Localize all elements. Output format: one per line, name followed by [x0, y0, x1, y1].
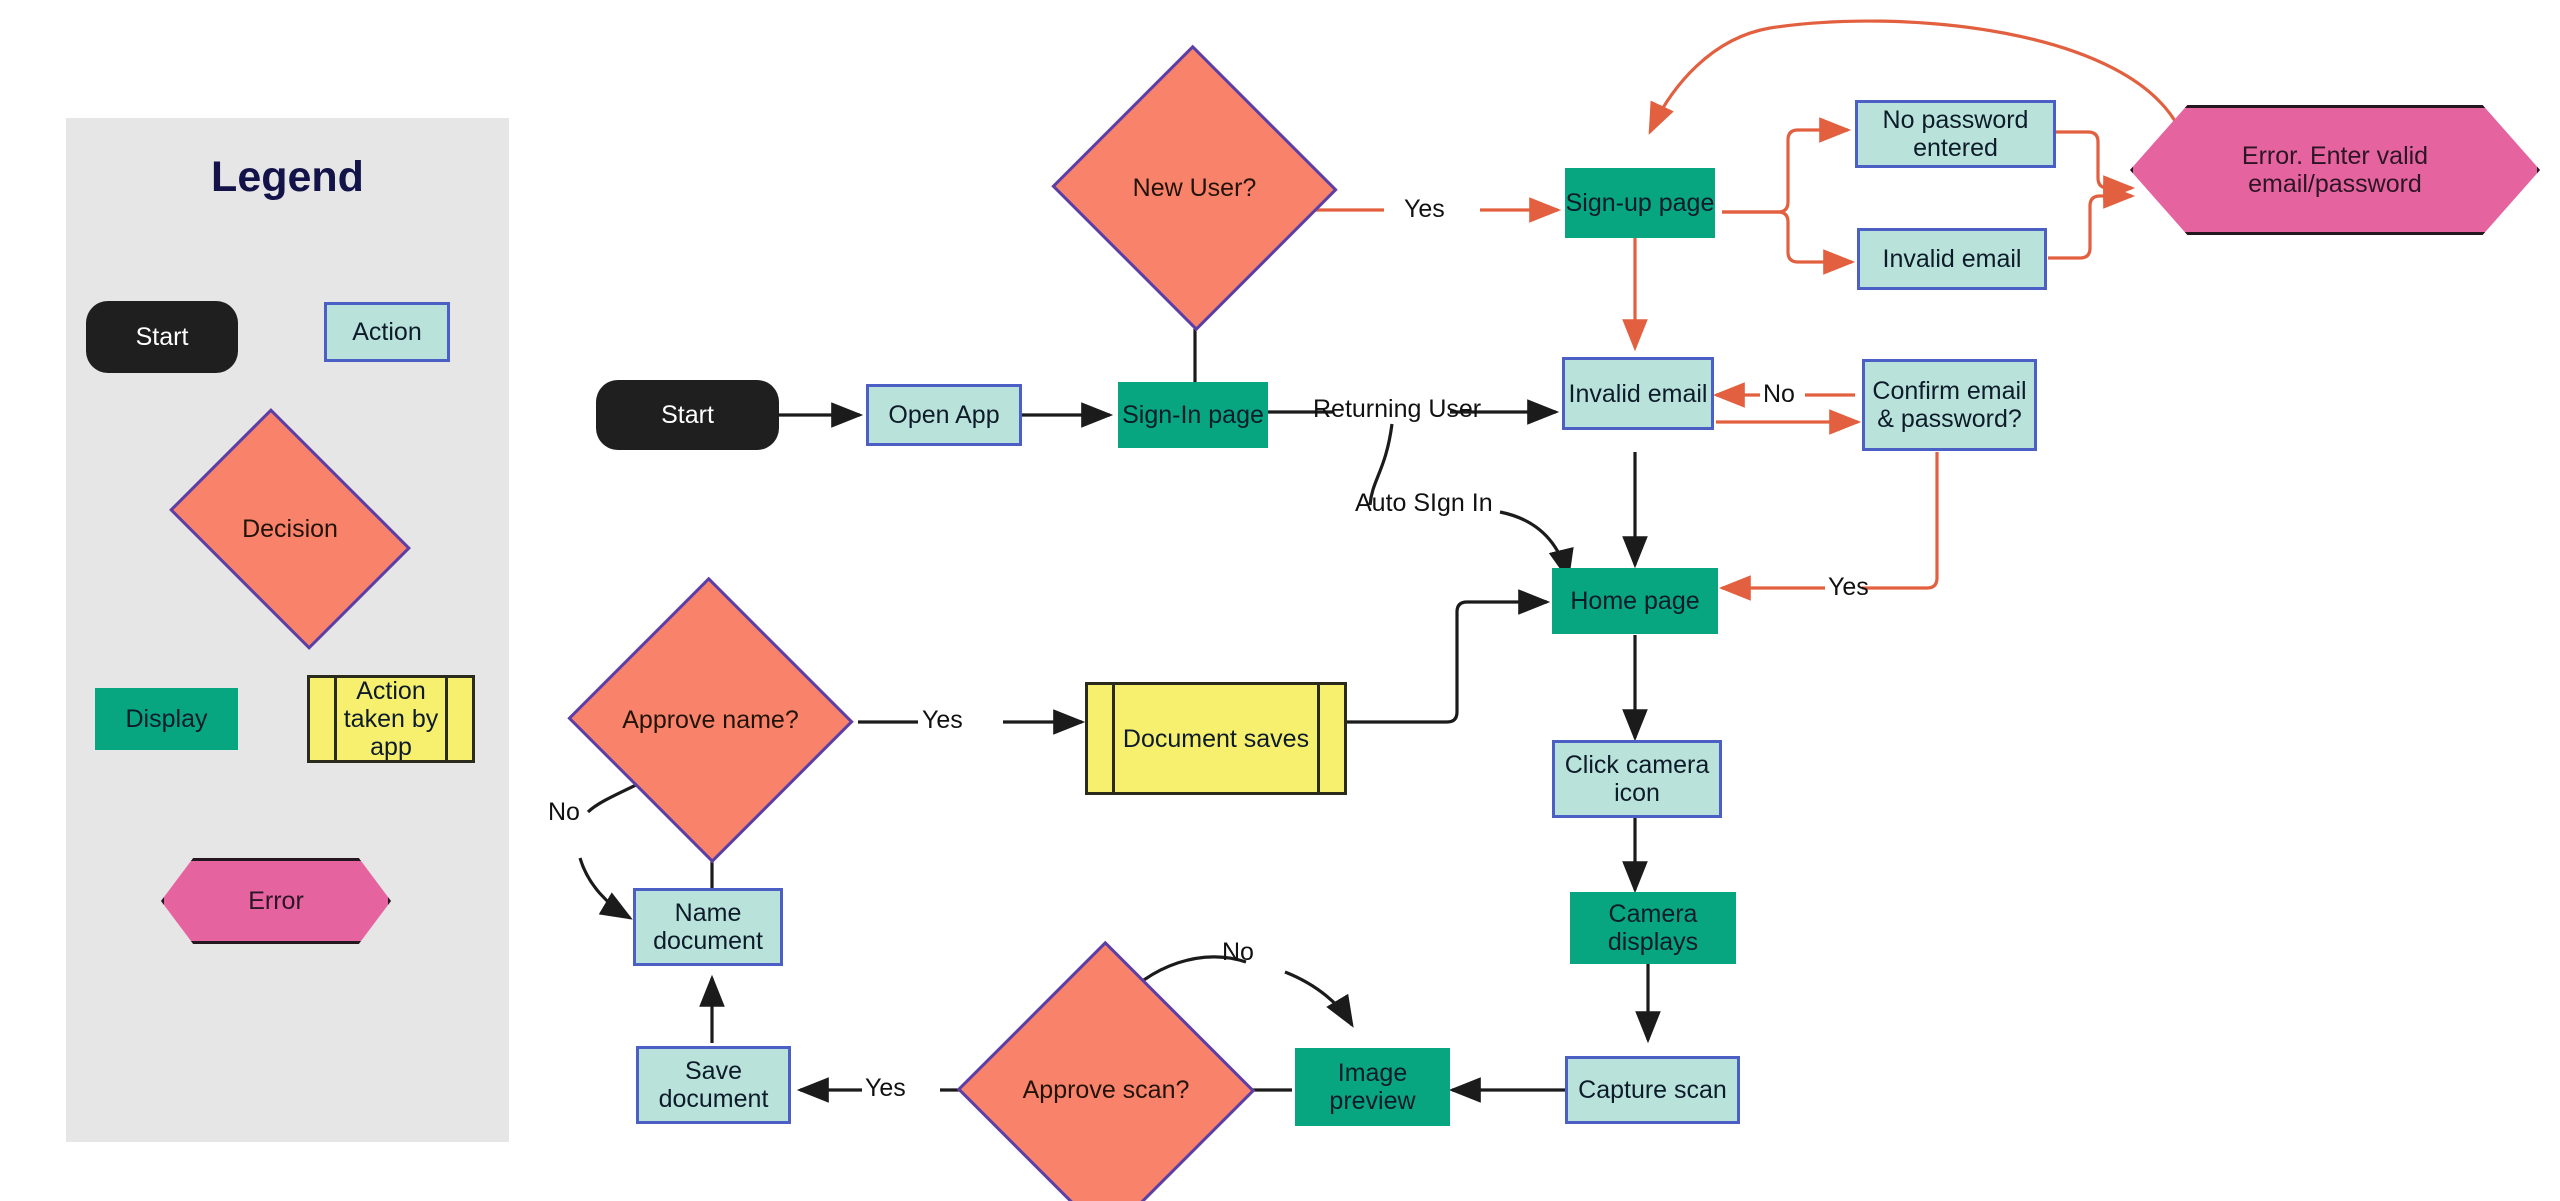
- edge-approve-name-no-b: [578, 857, 633, 920]
- edge-label-approve-scan-yes: Yes: [865, 1074, 906, 1102]
- node-new-user-label: New User?: [1132, 174, 1257, 202]
- node-document-saves[interactable]: Document saves: [1085, 682, 1347, 795]
- node-home-page[interactable]: Home page: [1552, 568, 1718, 634]
- node-invalid-email[interactable]: Invalid email: [1562, 357, 1714, 430]
- legend-item-display-label: Display: [125, 705, 208, 733]
- edge-label-confirm-yes: Yes: [1828, 573, 1869, 601]
- legend-item-start-label: Start: [135, 323, 189, 351]
- node-image-preview-label: Image preview: [1329, 1059, 1416, 1115]
- node-capture-scan-label: Capture scan: [1578, 1076, 1727, 1104]
- edge-label-returning-user: Returning User: [1313, 395, 1482, 423]
- node-name-document[interactable]: Name document: [633, 888, 783, 966]
- edge-label-confirm-no: No: [1763, 380, 1795, 408]
- edge-confirm-yes: [1862, 452, 1939, 590]
- node-save-document-label: Save document: [658, 1057, 769, 1113]
- node-error-credentials[interactable]: Error. Enter valid email/password: [2130, 105, 2540, 235]
- node-capture-scan[interactable]: Capture scan: [1565, 1056, 1740, 1124]
- node-save-document[interactable]: Save document: [636, 1046, 791, 1124]
- legend-item-error: Error: [161, 858, 391, 944]
- edge-invalid-email-up-to-error: [2048, 183, 2136, 260]
- node-sign-in-page-label: Sign-In page: [1122, 401, 1264, 429]
- edge-sign-up-to-invalid-email: [1722, 210, 1856, 275]
- node-approve-name[interactable]: Approve name?: [567, 576, 854, 864]
- node-invalid-email-signup[interactable]: Invalid email: [1857, 228, 2047, 290]
- node-click-camera-icon[interactable]: Click camera icon: [1552, 740, 1722, 818]
- legend-item-app-action: Action taken by app: [307, 675, 475, 763]
- node-sign-up-page[interactable]: Sign-up page: [1565, 168, 1715, 238]
- legend-item-action: Action: [324, 302, 450, 362]
- edge-label-approve-scan-no: No: [1222, 938, 1254, 966]
- node-sign-up-page-label: Sign-up page: [1565, 189, 1715, 217]
- node-document-saves-label: Document saves: [1122, 724, 1310, 753]
- node-click-camera-icon-label: Click camera icon: [1564, 751, 1710, 807]
- node-name-document-label: Name document: [653, 899, 763, 955]
- node-home-page-label: Home page: [1570, 587, 1700, 615]
- node-confirm-credentials[interactable]: Confirm email & password?: [1862, 359, 2037, 451]
- legend-item-decision-label: Decision: [242, 515, 338, 543]
- legend-item-error-label: Error: [248, 887, 304, 915]
- legend-item-display: Display: [95, 688, 238, 750]
- edge-no-password-to-error: [2056, 130, 2136, 201]
- decision-diamond-shape: [956, 940, 1256, 1201]
- edge-label-auto-sign-in: Auto SIgn In: [1355, 489, 1493, 517]
- legend-panel: Legend Start Action Decision Display Act…: [66, 118, 509, 1142]
- node-confirm-credentials-label: Confirm email & password?: [1872, 377, 2027, 433]
- edge-label-approve-name-no: No: [548, 798, 580, 826]
- node-invalid-email-signup-label: Invalid email: [1882, 245, 2022, 273]
- edge-sign-up-to-no-password: [1722, 117, 1852, 214]
- node-image-preview[interactable]: Image preview: [1295, 1048, 1450, 1126]
- legend-item-action-label: Action: [352, 318, 422, 346]
- node-start[interactable]: Start: [596, 380, 779, 450]
- node-open-app[interactable]: Open App: [866, 384, 1022, 446]
- legend-item-decision: Decision: [169, 408, 411, 650]
- edge-approve-scan-no-arrow: [1284, 970, 1354, 1028]
- node-start-label: Start: [661, 401, 714, 429]
- node-open-app-label: Open App: [888, 401, 1000, 429]
- node-approve-name-label: Approve name?: [622, 706, 799, 734]
- node-approve-scan[interactable]: Approve scan?: [956, 940, 1256, 1201]
- node-approve-scan-label: Approve scan?: [1022, 1076, 1190, 1104]
- edge-document-saves-to-home: [1345, 589, 1551, 724]
- legend-item-app-action-label: Action taken by app: [343, 677, 439, 761]
- legend-title: Legend: [211, 153, 364, 201]
- node-camera-displays[interactable]: Camera displays: [1570, 892, 1736, 964]
- node-error-credentials-label: Error. Enter valid email/password: [2241, 142, 2429, 198]
- flowchart-canvas: Legend Start Action Decision Display Act…: [0, 0, 2560, 1201]
- node-new-user[interactable]: New User?: [1051, 44, 1338, 332]
- node-sign-in-page[interactable]: Sign-In page: [1118, 382, 1268, 448]
- node-invalid-email-label: Invalid email: [1568, 379, 1708, 408]
- node-no-password-entered[interactable]: No password entered: [1855, 100, 2056, 168]
- legend-item-start: Start: [86, 301, 238, 373]
- node-no-password-entered-label: No password entered: [1882, 106, 2029, 162]
- edge-label-new-user-yes: Yes: [1404, 195, 1445, 223]
- edge-label-approve-name-yes: Yes: [922, 706, 963, 734]
- node-camera-displays-label: Camera displays: [1607, 900, 1699, 956]
